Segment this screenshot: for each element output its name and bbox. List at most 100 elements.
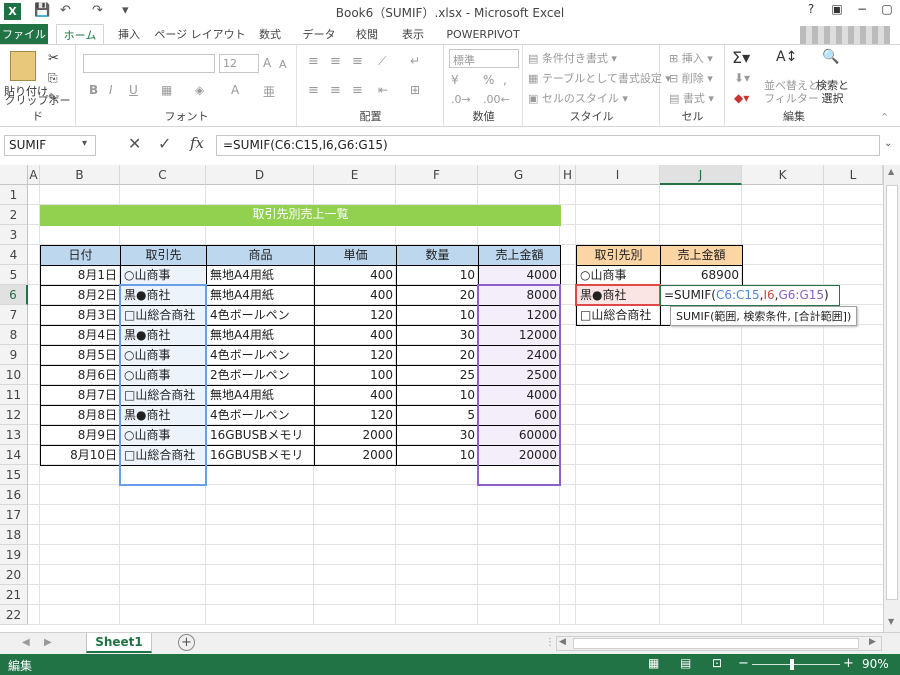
sheet-tab-sheet1[interactable]: Sheet1 <box>86 633 152 653</box>
data-cell[interactable]: 10 <box>396 265 479 286</box>
row-header-22[interactable]: 22 <box>0 605 28 625</box>
data-cell[interactable]: 4色ボールペン <box>206 305 315 326</box>
horizontal-scrollbar[interactable]: ◀ ▶ <box>556 636 882 651</box>
col-header-c[interactable]: C <box>120 165 206 185</box>
row-header-15[interactable]: 15 <box>0 465 28 485</box>
add-sheet-button[interactable]: + <box>178 634 195 651</box>
table-header-cell[interactable]: 売上金額 <box>478 245 561 266</box>
data-cell[interactable]: 8月3日 <box>40 305 121 326</box>
row-header-7[interactable]: 7 <box>0 305 28 325</box>
data-cell[interactable]: 2500 <box>478 365 561 386</box>
tab-formulas[interactable]: 数式 <box>252 24 288 45</box>
data-cell[interactable]: 8月9日 <box>40 425 121 446</box>
data-cell[interactable]: 黒●商社 <box>120 285 207 306</box>
data-cell[interactable]: 8月8日 <box>40 405 121 426</box>
paste-icon[interactable] <box>10 51 36 81</box>
vertical-scroll-thumb[interactable] <box>886 185 898 600</box>
data-cell[interactable]: 2000 <box>314 425 397 446</box>
zoom-slider-thumb[interactable] <box>790 659 794 670</box>
summary-header-cell[interactable]: 取引先別 <box>576 245 661 266</box>
banner-cell[interactable]: 取引先別売上一覧 <box>40 205 561 226</box>
italic-button[interactable]: I <box>109 83 113 97</box>
data-cell[interactable]: 8月2日 <box>40 285 121 306</box>
font-color-icon[interactable]: A <box>231 83 239 97</box>
page-layout-view-icon[interactable]: ▤ <box>680 656 691 670</box>
delete-cells-button[interactable]: ⊟ 削除 ▾ <box>669 70 713 86</box>
row-header-20[interactable]: 20 <box>0 565 28 585</box>
scroll-left-icon[interactable]: ◀ <box>559 637 566 647</box>
maximize-icon[interactable]: ▢ <box>876 2 898 20</box>
summary-value-cell[interactable]: 68900 <box>660 265 743 286</box>
data-cell[interactable]: 10 <box>396 445 479 466</box>
col-header-j[interactable]: J <box>660 165 742 185</box>
indent-icon[interactable]: ⇤ <box>378 83 388 97</box>
col-header-h[interactable]: H <box>560 165 576 185</box>
scroll-down-icon[interactable]: ▼ <box>888 617 894 626</box>
row-header-12[interactable]: 12 <box>0 405 28 425</box>
row-header-5[interactable]: 5 <box>0 265 28 285</box>
data-cell[interactable]: 2400 <box>478 345 561 366</box>
data-cell[interactable]: 30 <box>396 425 479 446</box>
format-cells-button[interactable]: ▤ 書式 ▾ <box>669 90 714 106</box>
horizontal-scroll-thumb[interactable] <box>573 638 859 649</box>
cancel-icon[interactable]: ✕ <box>128 134 141 153</box>
row-header-19[interactable]: 19 <box>0 545 28 565</box>
data-cell[interactable]: 400 <box>314 265 397 286</box>
data-cell[interactable]: 12000 <box>478 325 561 346</box>
data-cell[interactable]: 黒●商社 <box>120 405 207 426</box>
data-cell[interactable]: 60000 <box>478 425 561 446</box>
table-header-cell[interactable]: 単価 <box>314 245 397 266</box>
data-cell[interactable]: ○山商事 <box>120 265 207 286</box>
row-header-18[interactable]: 18 <box>0 525 28 545</box>
summary-name-cell[interactable]: 黒●商社 <box>576 285 661 306</box>
increase-decimal-icon[interactable]: .0→ <box>451 93 471 106</box>
sort-filter-button[interactable]: 並べ替えと フィルター <box>764 79 819 105</box>
row-header-1[interactable]: 1 <box>0 185 28 205</box>
data-cell[interactable]: 2色ボールペン <box>206 365 315 386</box>
insert-function-button[interactable]: fx <box>190 134 204 152</box>
data-cell[interactable]: 8月5日 <box>40 345 121 366</box>
enter-icon[interactable]: ✓ <box>158 134 171 153</box>
data-cell[interactable]: 8月7日 <box>40 385 121 406</box>
data-cell[interactable]: 16GBUSBメモリ <box>206 445 315 466</box>
col-header-k[interactable]: K <box>742 165 824 185</box>
align-right-icon[interactable]: ≡ <box>352 83 363 98</box>
row-header-3[interactable]: 3 <box>0 225 28 245</box>
data-cell[interactable]: ○山商事 <box>120 425 207 446</box>
row-header-4[interactable]: 4 <box>0 245 28 265</box>
row-header-21[interactable]: 21 <box>0 585 28 605</box>
align-top-icon[interactable]: ≡ <box>308 54 319 69</box>
row-header-16[interactable]: 16 <box>0 485 28 505</box>
account-avatar[interactable] <box>800 26 890 44</box>
data-cell[interactable]: 120 <box>314 345 397 366</box>
expand-formula-icon[interactable]: ⌄ <box>884 138 892 149</box>
format-as-table-button[interactable]: ▦ テーブルとして書式設定 ▾ <box>528 70 671 86</box>
row-header-9[interactable]: 9 <box>0 345 28 365</box>
cell-styles-button[interactable]: ▣ セルのスタイル ▾ <box>528 90 628 106</box>
data-cell[interactable]: 400 <box>314 325 397 346</box>
data-cell[interactable]: 1200 <box>478 305 561 326</box>
vertical-scrollbar[interactable]: ▲ ▼ <box>883 165 900 632</box>
row-header-14[interactable]: 14 <box>0 445 28 465</box>
find-select-icon[interactable]: 🔍 <box>822 49 839 65</box>
zoom-slider[interactable] <box>752 664 840 665</box>
data-cell[interactable]: 黒●商社 <box>120 325 207 346</box>
data-cell[interactable]: 16GBUSBメモリ <box>206 425 315 446</box>
row-header-6[interactable]: 6 <box>0 285 28 305</box>
data-cell[interactable]: 4色ボールペン <box>206 345 315 366</box>
data-cell[interactable]: 400 <box>314 285 397 306</box>
page-break-view-icon[interactable]: ⊡ <box>712 656 722 670</box>
data-cell[interactable]: □山総合商社 <box>120 305 207 326</box>
next-sheet-icon[interactable]: ▶ <box>44 637 52 648</box>
data-cell[interactable]: 20000 <box>478 445 561 466</box>
row-header-8[interactable]: 8 <box>0 325 28 345</box>
name-box-dropdown-icon[interactable]: ▾ <box>82 138 87 149</box>
data-cell[interactable]: □山総合商社 <box>120 385 207 406</box>
align-middle-icon[interactable]: ≡ <box>330 54 341 69</box>
underline-button[interactable]: U <box>129 83 138 97</box>
zoom-level[interactable]: 90% <box>862 657 889 671</box>
summary-name-cell[interactable]: ○山商事 <box>576 265 661 286</box>
tab-view[interactable]: 表示 <box>394 24 432 45</box>
formula-input[interactable]: =SUMIF(C6:C15,I6,G6:G15) <box>216 135 880 156</box>
copy-icon[interactable]: ⎘ <box>48 71 58 86</box>
